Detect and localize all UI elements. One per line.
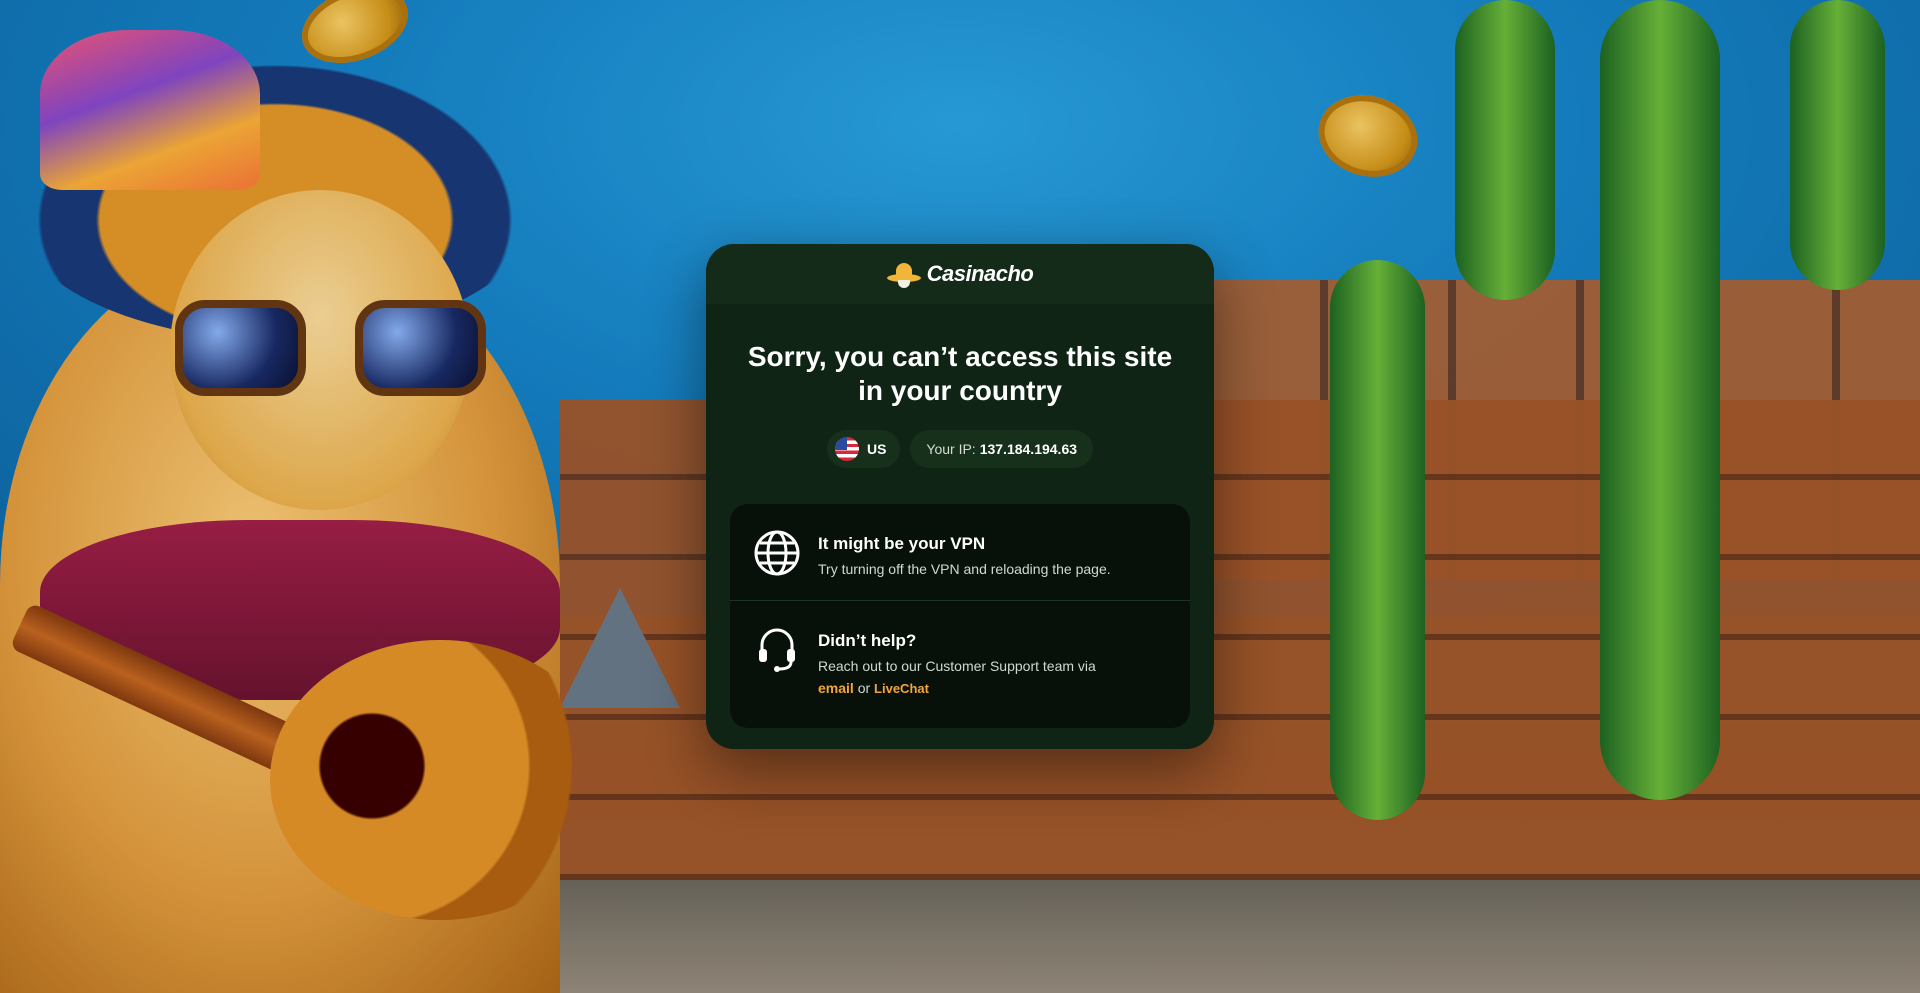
card-header: Casinacho: [706, 244, 1214, 304]
ip-value: 137.184.194.63: [979, 441, 1078, 457]
headset-icon: [754, 627, 800, 673]
ip-label: Your IP:: [926, 441, 976, 457]
or-text: or: [857, 680, 871, 696]
geo-block-card: Casinacho Sorry, you can’t access this s…: [706, 244, 1214, 749]
email-link[interactable]: email: [818, 680, 854, 696]
page-title: Sorry, you can’t access this site in you…: [747, 341, 1173, 406]
help-item-support: Didn’t help? Reach out to our Customer S…: [730, 600, 1190, 728]
help-heading: It might be your VPN: [818, 534, 986, 553]
help-heading: Didn’t help?: [818, 631, 917, 650]
help-description: Reach out to our Customer Support team v…: [818, 655, 1096, 700]
sombrero-mustache-icon: [886, 260, 921, 288]
brand-logo-text: Casinacho: [926, 261, 1034, 286]
help-description: Try turning off the VPN and reloading th…: [818, 561, 1111, 577]
help-panel: It might be your VPN Try turning off the…: [730, 504, 1190, 728]
ip-chip: Your IP: 137.184.194.63: [910, 430, 1094, 468]
livechat-link[interactable]: LiveChat: [874, 681, 929, 696]
location-chips: US Your IP: 137.184.194.63: [706, 430, 1214, 468]
country-code: US: [866, 441, 887, 457]
globe-icon: [754, 530, 800, 576]
support-text: Reach out to our Customer Support team v…: [818, 658, 1096, 674]
us-flag-icon: [834, 437, 859, 461]
help-item-vpn: It might be your VPN Try turning off the…: [730, 504, 1190, 600]
country-chip: US: [826, 430, 901, 468]
